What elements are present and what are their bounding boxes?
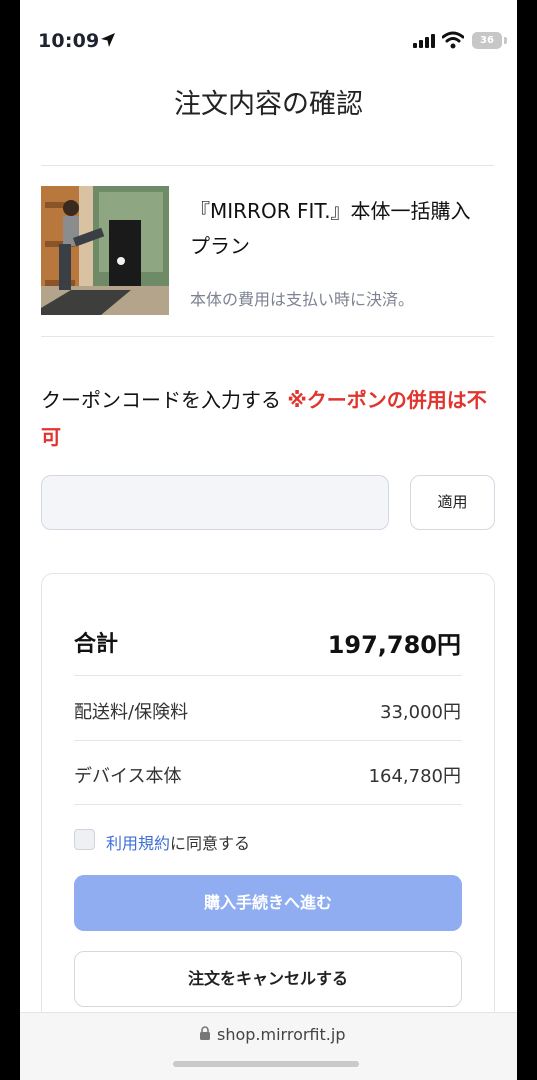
wifi-icon	[442, 31, 464, 49]
terms-link[interactable]: 利用規約	[106, 834, 170, 853]
battery-icon: 36	[472, 32, 502, 49]
phone-screen: 10:09 36 注文内容の確認 『MIRROR FIT.』本体一括購入プラン …	[20, 0, 517, 1080]
coupon-code-input[interactable]	[41, 475, 389, 530]
product-title: 『MIRROR FIT.』本体一括購入プラン	[190, 199, 471, 258]
status-bar: 10:09 36	[20, 0, 517, 80]
shipping-fee-label: 配送料/保険料	[74, 702, 189, 723]
cellular-signal-icon	[413, 34, 435, 48]
product-image	[41, 186, 169, 315]
browser-address-bar[interactable]	[20, 1012, 517, 1080]
coupon-heading-text: クーポンコードを入力する	[41, 388, 281, 412]
battery-cap	[504, 37, 507, 44]
location-arrow-icon	[101, 33, 115, 47]
page-title: 注文内容の確認	[174, 89, 363, 120]
terms-agreement: 利用規約に同意する	[106, 830, 250, 854]
product-description: 本体の費用は支払い時に決済。	[190, 290, 415, 309]
shipping-fee-value: 33,000円	[380, 702, 461, 723]
device-price-label: デバイス本体	[74, 766, 182, 787]
summary-divider	[74, 675, 462, 676]
summary-divider	[74, 740, 462, 741]
cancel-order-button[interactable]: 注文をキャンセルする	[74, 951, 462, 1007]
home-indicator	[173, 1061, 359, 1067]
divider	[41, 336, 494, 337]
total-value: 197,780円	[327, 631, 461, 659]
divider	[41, 165, 494, 166]
device-price-value: 164,780円	[368, 766, 461, 787]
url-text[interactable]: shop.mirrorfit.jp	[217, 1025, 345, 1044]
terms-checkbox[interactable]	[74, 829, 95, 850]
proceed-to-purchase-button[interactable]: 購入手続きへ進む	[74, 875, 462, 931]
total-label: 合計	[74, 632, 119, 657]
apply-coupon-button[interactable]: 適用	[410, 475, 495, 530]
status-time: 10:09	[38, 30, 100, 52]
coupon-heading: クーポンコードを入力する ※クーポンの併用は不可	[41, 382, 501, 456]
summary-divider	[74, 804, 462, 805]
lock-icon	[200, 1026, 210, 1040]
terms-agreement-text: に同意する	[170, 834, 251, 853]
